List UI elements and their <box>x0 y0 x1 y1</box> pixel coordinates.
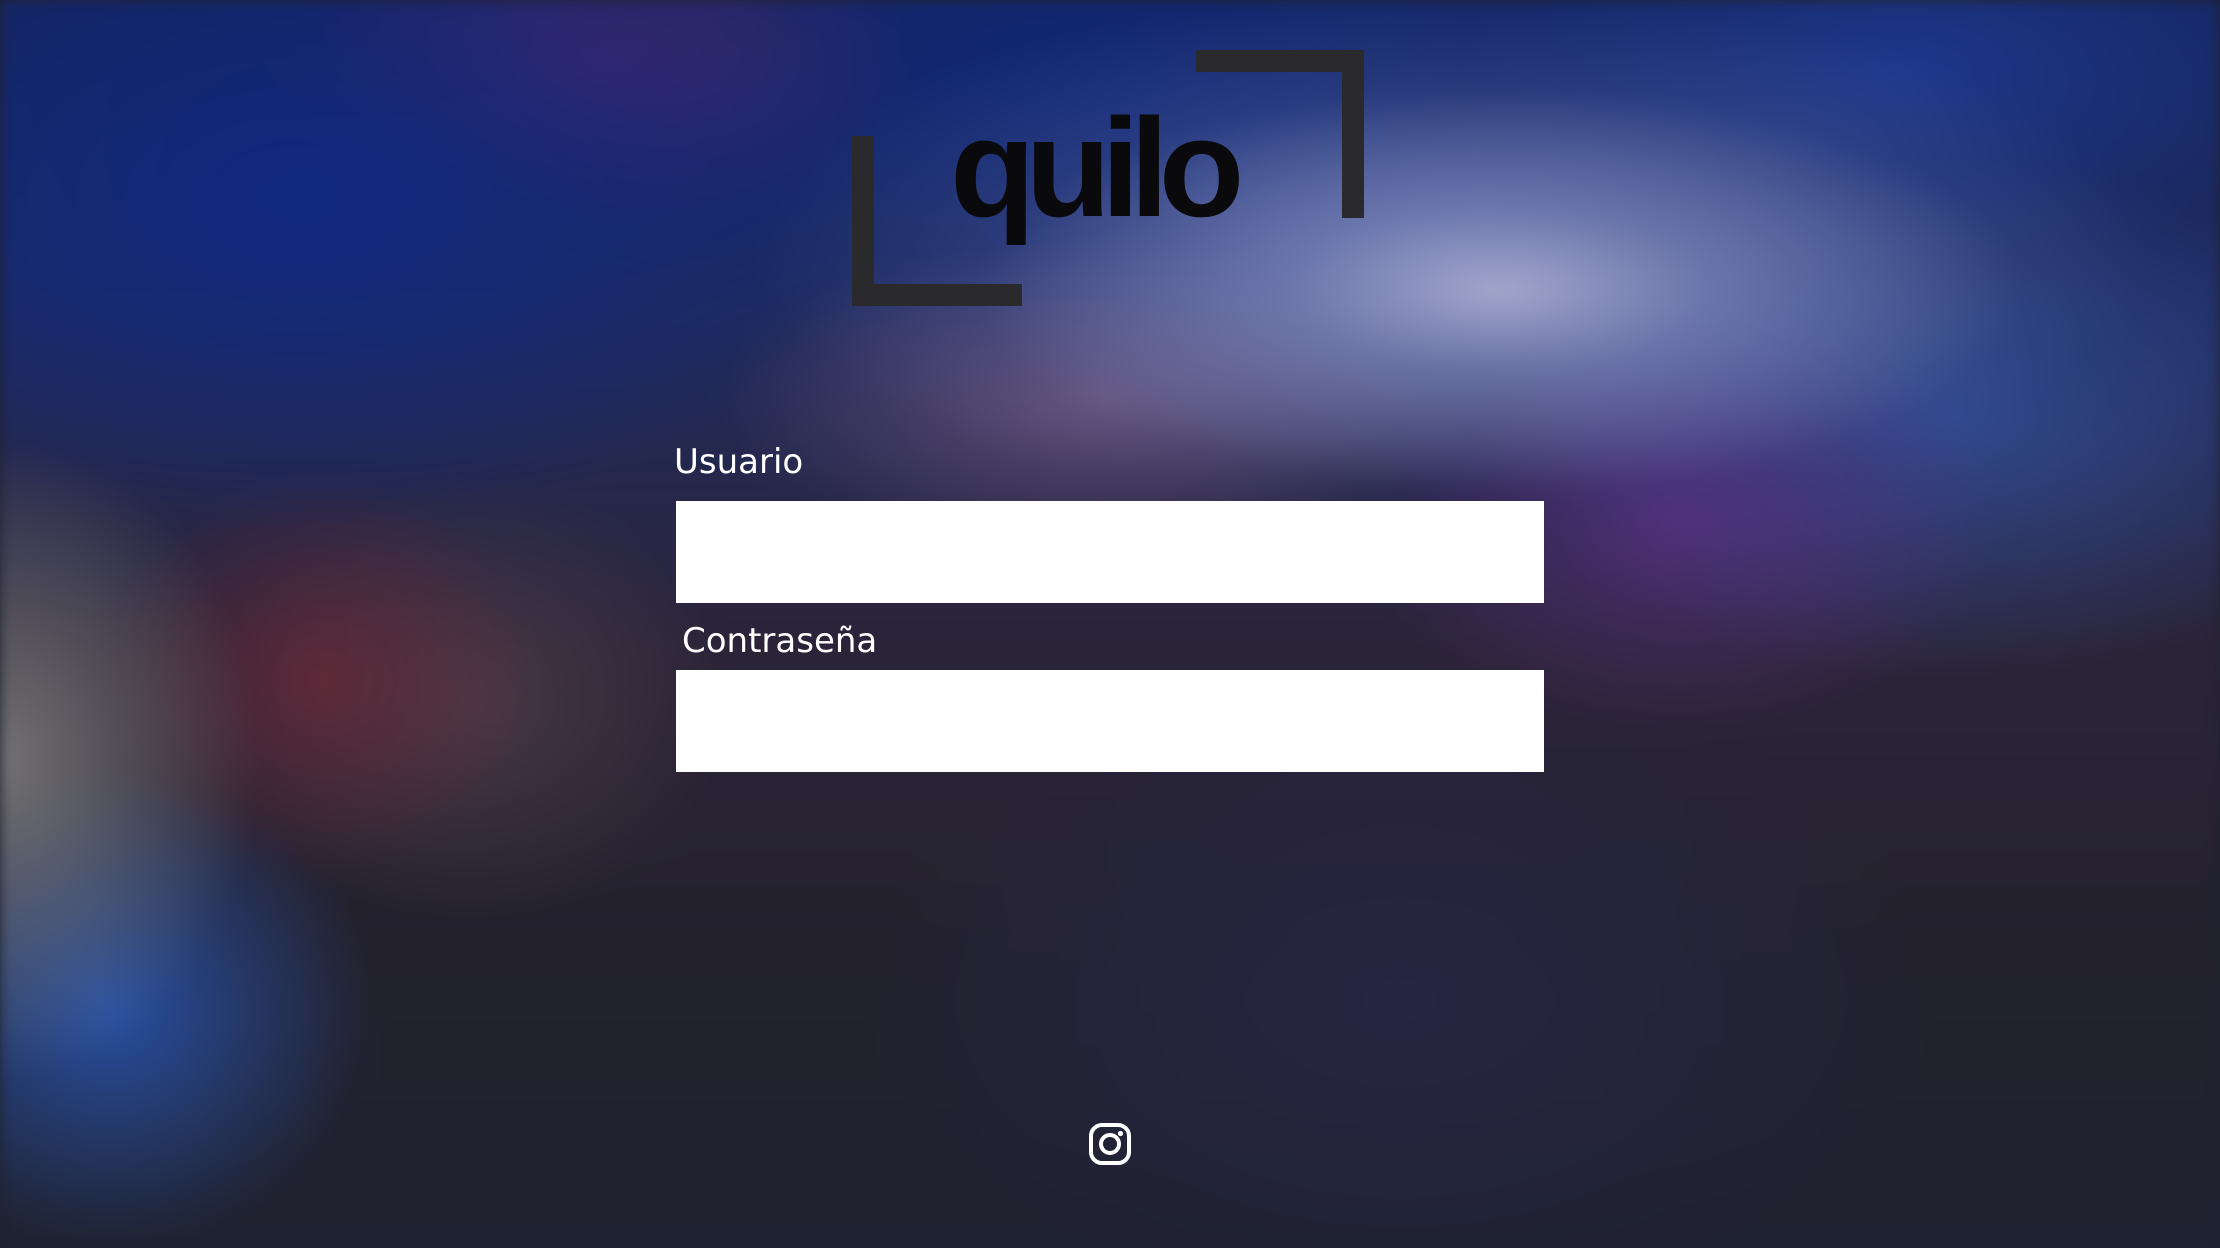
logo-bracket-left-horizontal <box>852 284 1022 306</box>
quilo-logo: quilo <box>850 48 1370 308</box>
password-field[interactable] <box>676 670 1544 772</box>
logo-bracket-right-vertical <box>1342 50 1364 218</box>
logo-bracket-left-vertical <box>852 136 874 304</box>
logo-bracket-right-horizontal <box>1196 50 1364 72</box>
username-field[interactable] <box>676 501 1544 603</box>
password-label: Contraseña <box>682 621 878 661</box>
instagram-glyph <box>1089 1123 1131 1165</box>
instagram-icon[interactable] <box>1088 1122 1132 1166</box>
logo-wordmark: quilo <box>950 89 1244 246</box>
username-label: Usuario <box>674 442 804 482</box>
